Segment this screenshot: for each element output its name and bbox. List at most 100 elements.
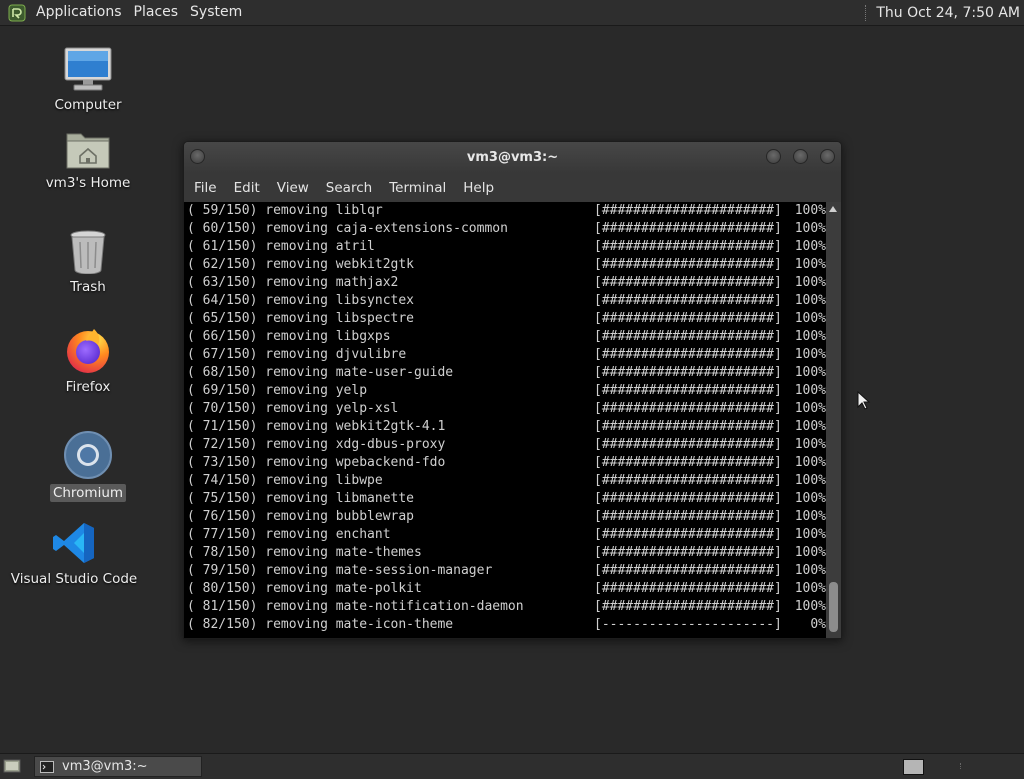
terminal-line: ( 71/150) removing webkit2gtk-4.1 [######… xyxy=(184,418,826,436)
places-menu[interactable]: Places xyxy=(128,0,185,25)
mate-menu-icon[interactable] xyxy=(8,4,26,22)
progress-percent: 100% xyxy=(794,455,826,470)
terminal-line-text: ( 74/150) removing libwpe xyxy=(187,473,383,488)
menu-search[interactable]: Search xyxy=(320,180,378,196)
terminal-scrollbar[interactable] xyxy=(826,202,841,638)
progress-percent: 0% xyxy=(810,617,826,632)
terminal-line-text: ( 62/150) removing webkit2gtk xyxy=(187,257,415,272)
bottom-panel: vm3@vm3:~ xyxy=(0,753,1024,779)
progress-bar-text: [######################] xyxy=(594,473,782,488)
terminal-line: ( 81/150) removing mate-notification-dae… xyxy=(184,598,826,616)
menu-view[interactable]: View xyxy=(271,180,315,196)
terminal-line: ( 79/150) removing mate-session-manager [… xyxy=(184,562,826,580)
progress-percent: 100% xyxy=(794,275,826,290)
progress-percent: 100% xyxy=(794,221,826,236)
home-folder-icon xyxy=(66,133,110,169)
terminal-window[interactable]: vm3@vm3:~ File Edit View Search Terminal… xyxy=(183,141,842,639)
window-menu-button[interactable] xyxy=(190,149,205,164)
progress-bar-text: [----------------------] xyxy=(594,617,782,632)
progress-bar-text: [######################] xyxy=(594,203,782,218)
progress-bar-text: [######################] xyxy=(594,491,782,506)
progress-percent: 100% xyxy=(794,257,826,272)
terminal-line-text: ( 72/150) removing xdg-dbus-proxy xyxy=(187,437,446,452)
terminal-line: ( 65/150) removing libspectre [##########… xyxy=(184,310,826,328)
terminal-line: ( 63/150) removing mathjax2 [############… xyxy=(184,274,826,292)
computer-icon xyxy=(64,47,112,91)
terminal-line: ( 70/150) removing yelp-xsl [############… xyxy=(184,400,826,418)
terminal-line: ( 66/150) removing libgxps [#############… xyxy=(184,328,826,346)
desktop-icon-label: Computer xyxy=(54,97,122,113)
progress-bar-text: [######################] xyxy=(594,365,782,380)
vscode-icon xyxy=(53,523,94,563)
desktop-icon-computer[interactable]: Computer xyxy=(50,46,126,114)
terminal-line: ( 73/150) removing wpebackend-fdo [######… xyxy=(184,454,826,472)
terminal-line: ( 64/150) removing libsynctex [##########… xyxy=(184,292,826,310)
panel-separator xyxy=(865,4,868,21)
show-desktop-icon[interactable] xyxy=(3,758,21,774)
menu-file[interactable]: File xyxy=(188,180,223,196)
menu-terminal[interactable]: Terminal xyxy=(383,180,452,196)
terminal-line-text: ( 78/150) removing mate-themes xyxy=(187,545,422,560)
desktop-icon-label: vm3's Home xyxy=(45,175,131,191)
window-titlebar[interactable]: vm3@vm3:~ xyxy=(184,142,841,173)
progress-bar-text: [######################] xyxy=(594,455,782,470)
terminal-line-text: ( 65/150) removing libspectre xyxy=(187,311,415,326)
progress-percent: 100% xyxy=(794,599,826,614)
minimize-button[interactable] xyxy=(766,149,781,164)
terminal-line: ( 80/150) removing mate-polkit [#########… xyxy=(184,580,826,598)
desktop-icon-vscode[interactable]: Visual Studio Code xyxy=(11,520,137,588)
scrollbar-thumb[interactable] xyxy=(829,582,838,632)
menu-help[interactable]: Help xyxy=(457,180,500,196)
progress-bar-text: [######################] xyxy=(594,581,782,596)
progress-bar-text: [######################] xyxy=(594,599,782,614)
close-button[interactable] xyxy=(820,149,835,164)
desktop-icon-home[interactable]: vm3's Home xyxy=(44,128,132,192)
terminal-icon xyxy=(40,760,54,773)
terminal-line: ( 76/150) removing bubblewrap [##########… xyxy=(184,508,826,526)
terminal-line-text: ( 70/150) removing yelp-xsl xyxy=(187,401,399,416)
progress-percent: 100% xyxy=(794,545,826,560)
desktop-icon-firefox[interactable]: Firefox xyxy=(50,326,126,396)
terminal-line-text: ( 71/150) removing webkit2gtk-4.1 xyxy=(187,419,446,434)
terminal-line: ( 68/150) removing mate-user-guide [#####… xyxy=(184,364,826,382)
terminal-line-text: ( 81/150) removing mate-notification-dae… xyxy=(187,599,524,614)
scroll-up-icon[interactable] xyxy=(829,206,837,212)
desktop-icon-label: Trash xyxy=(70,279,106,295)
maximize-button[interactable] xyxy=(793,149,808,164)
terminal-output[interactable]: ( 59/150) removing liblqr [##############… xyxy=(184,202,826,638)
progress-percent: 100% xyxy=(794,473,826,488)
mouse-cursor-icon xyxy=(857,391,871,410)
system-menu[interactable]: System xyxy=(184,0,248,25)
terminal-line-text: ( 60/150) removing caja-extensions-commo… xyxy=(187,221,508,236)
progress-bar-text: [######################] xyxy=(594,545,782,560)
terminal-line-text: ( 68/150) removing mate-user-guide xyxy=(187,365,454,380)
applications-menu[interactable]: Applications xyxy=(30,0,128,25)
progress-percent: 100% xyxy=(794,401,826,416)
desktop-icon-trash[interactable]: Trash xyxy=(50,228,126,296)
progress-percent: 100% xyxy=(794,491,826,506)
taskbar-button-terminal[interactable]: vm3@vm3:~ xyxy=(34,756,202,777)
progress-bar-text: [######################] xyxy=(594,419,782,434)
chromium-icon xyxy=(64,431,112,479)
terminal-line-text: ( 66/150) removing libgxps xyxy=(187,329,391,344)
menu-edit[interactable]: Edit xyxy=(228,180,266,196)
top-panel: Applications Places System Thu Oct 24, 7… xyxy=(0,0,1024,26)
terminal-line: ( 72/150) removing xdg-dbus-proxy [######… xyxy=(184,436,826,454)
progress-bar-text: [######################] xyxy=(594,257,782,272)
progress-bar-text: [######################] xyxy=(594,221,782,236)
clock[interactable]: Thu Oct 24, 7:50 AM xyxy=(876,5,1024,21)
progress-percent: 100% xyxy=(794,383,826,398)
progress-percent: 100% xyxy=(794,311,826,326)
workspace-switcher[interactable] xyxy=(903,759,924,775)
desktop-icon-label: Firefox xyxy=(65,379,111,395)
firefox-icon xyxy=(67,329,109,373)
progress-percent: 100% xyxy=(794,419,826,434)
terminal-line-text: ( 77/150) removing enchant xyxy=(187,527,391,542)
progress-bar-text: [######################] xyxy=(594,239,782,254)
terminal-line: ( 82/150) removing mate-icon-theme [-----… xyxy=(184,616,826,634)
terminal-line-text: ( 59/150) removing liblqr xyxy=(187,203,383,218)
progress-bar-text: [######################] xyxy=(594,563,782,578)
desktop-icon-chromium[interactable]: Chromium xyxy=(36,430,140,502)
progress-bar-text: [######################] xyxy=(594,509,782,524)
terminal-line-text: ( 73/150) removing wpebackend-fdo xyxy=(187,455,446,470)
